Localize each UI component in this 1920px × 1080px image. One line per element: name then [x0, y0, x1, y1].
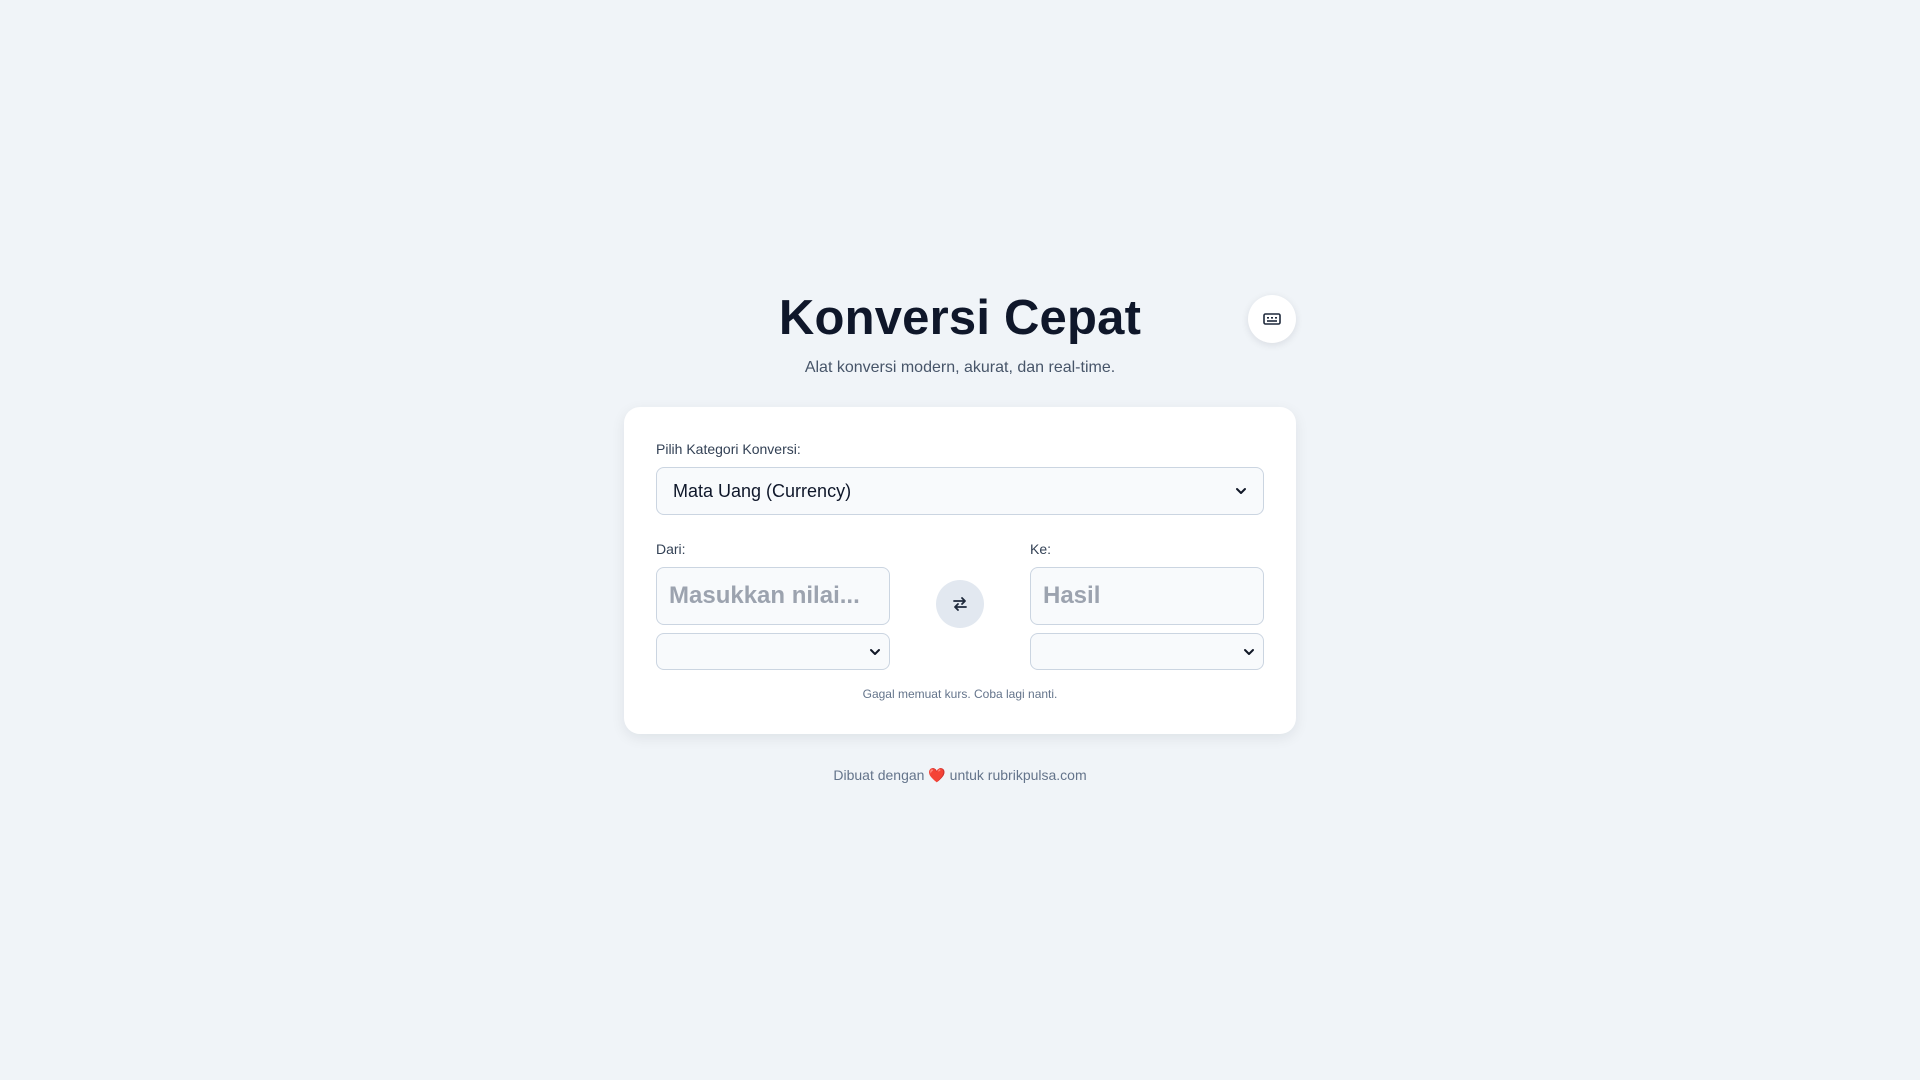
to-unit-select[interactable] — [1030, 633, 1264, 670]
category-label: Pilih Kategori Konversi: — [656, 441, 801, 457]
heart-icon: ❤️ — [928, 767, 946, 783]
category-select[interactable]: Mata Uang (Currency) — [656, 467, 1264, 515]
swap-arrows-icon — [953, 597, 967, 611]
status-message: Gagal memuat kurs. Coba lagi nanti. — [862, 687, 1058, 701]
from-label: Dari: — [656, 541, 686, 557]
converter-card: Pilih Kategori Konversi: Mata Uang (Curr… — [624, 407, 1296, 734]
theme-toggle-button[interactable] — [1248, 295, 1296, 343]
footer-suffix: untuk rubrikpulsa.com — [949, 767, 1087, 783]
chevron-down-icon — [870, 648, 880, 655]
chevron-down-icon — [1236, 488, 1246, 494]
page-title: Konversi Cepat — [778, 291, 1142, 345]
from-value-input[interactable]: Masukkan nilai... — [656, 567, 890, 625]
page: Konversi Cepat Alat konversi modern, aku… — [0, 0, 1920, 1080]
footer-prefix: Dibuat dengan — [833, 767, 925, 783]
keyboard-icon — [1263, 313, 1281, 325]
chevron-down-icon — [1244, 648, 1254, 655]
from-unit-select[interactable] — [656, 633, 890, 670]
header: Konversi Cepat Alat konversi modern, aku… — [624, 288, 1296, 378]
from-value-placeholder: Masukkan nilai... — [669, 582, 860, 609]
to-label: Ke: — [1030, 541, 1052, 557]
page-subtitle: Alat konversi modern, akurat, dan real-t… — [804, 359, 1116, 376]
footer: Dibuat dengan ❤️ untuk rubrikpulsa.com — [624, 767, 1296, 784]
swap-button[interactable] — [936, 580, 984, 628]
to-value-output[interactable]: Hasil — [1030, 567, 1264, 625]
to-value-placeholder: Hasil — [1043, 582, 1101, 609]
category-select-value: Mata Uang (Currency) — [673, 480, 852, 501]
